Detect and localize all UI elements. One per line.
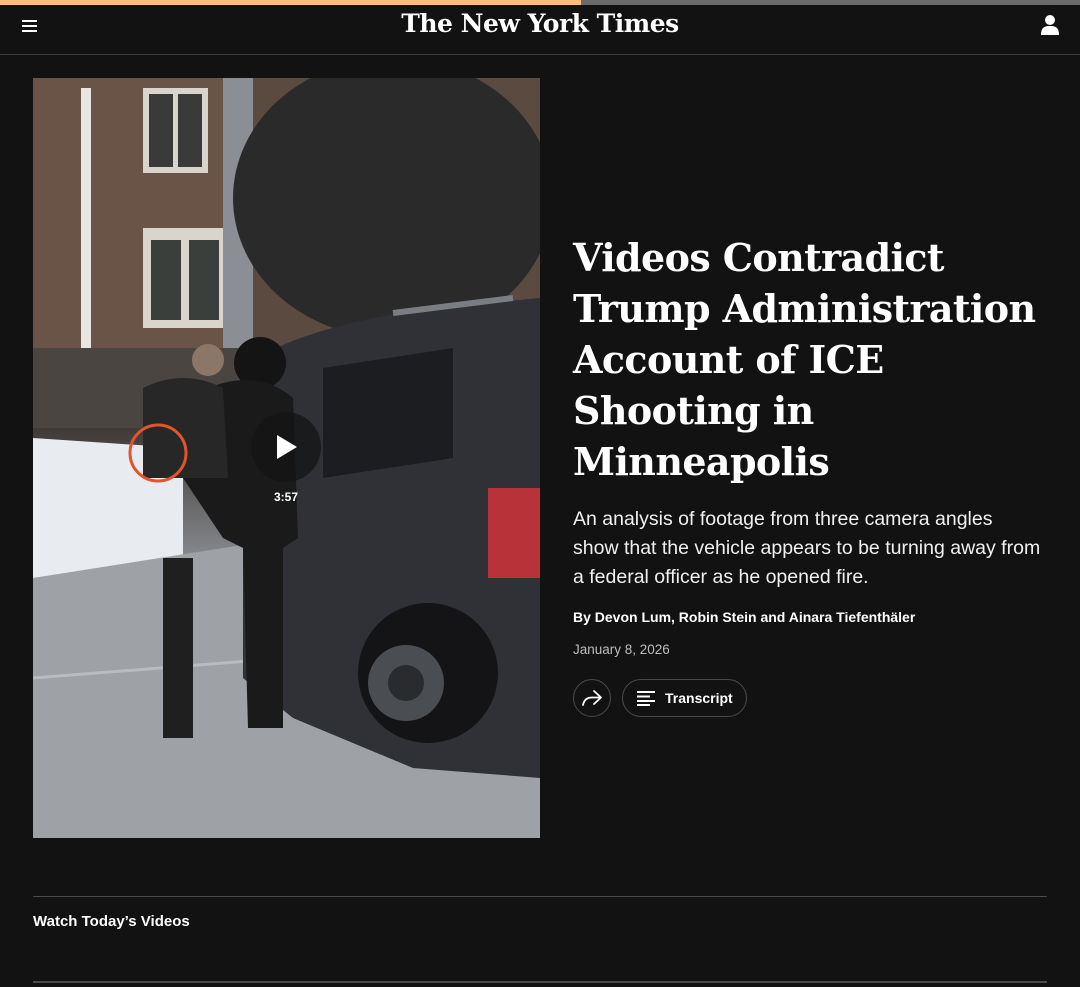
text-lines-icon [637, 691, 655, 706]
transcript-label: Transcript [665, 690, 733, 706]
person-icon [1041, 15, 1059, 35]
headline[interactable]: Videos Contradict Trump Administration A… [573, 232, 1043, 487]
account-button[interactable] [1037, 12, 1063, 38]
video-duration: 3:57 [273, 490, 299, 504]
play-icon [277, 435, 297, 459]
byline: By Devon Lum, Robin Stein and Ainara Tie… [573, 609, 916, 625]
share-button[interactable] [573, 679, 611, 717]
article-actions: Transcript [573, 679, 1043, 717]
section-heading[interactable]: Watch Today’s Videos [33, 913, 190, 930]
video-player[interactable]: 3:57 [33, 78, 540, 838]
share-arrow-icon [582, 690, 602, 706]
article-summary: Videos Contradict Trump Administration A… [573, 232, 1043, 717]
play-button[interactable] [251, 412, 321, 482]
section-divider-bottom [33, 981, 1047, 983]
transcript-button[interactable]: Transcript [622, 679, 747, 717]
publish-date: January 8, 2026 [573, 642, 670, 657]
site-header: The New York Times [0, 5, 1080, 55]
article-summary-text: An analysis of footage from three camera… [573, 508, 1041, 588]
nyt-logo[interactable]: The New York Times [0, 9, 1080, 38]
section-divider [33, 896, 1047, 897]
